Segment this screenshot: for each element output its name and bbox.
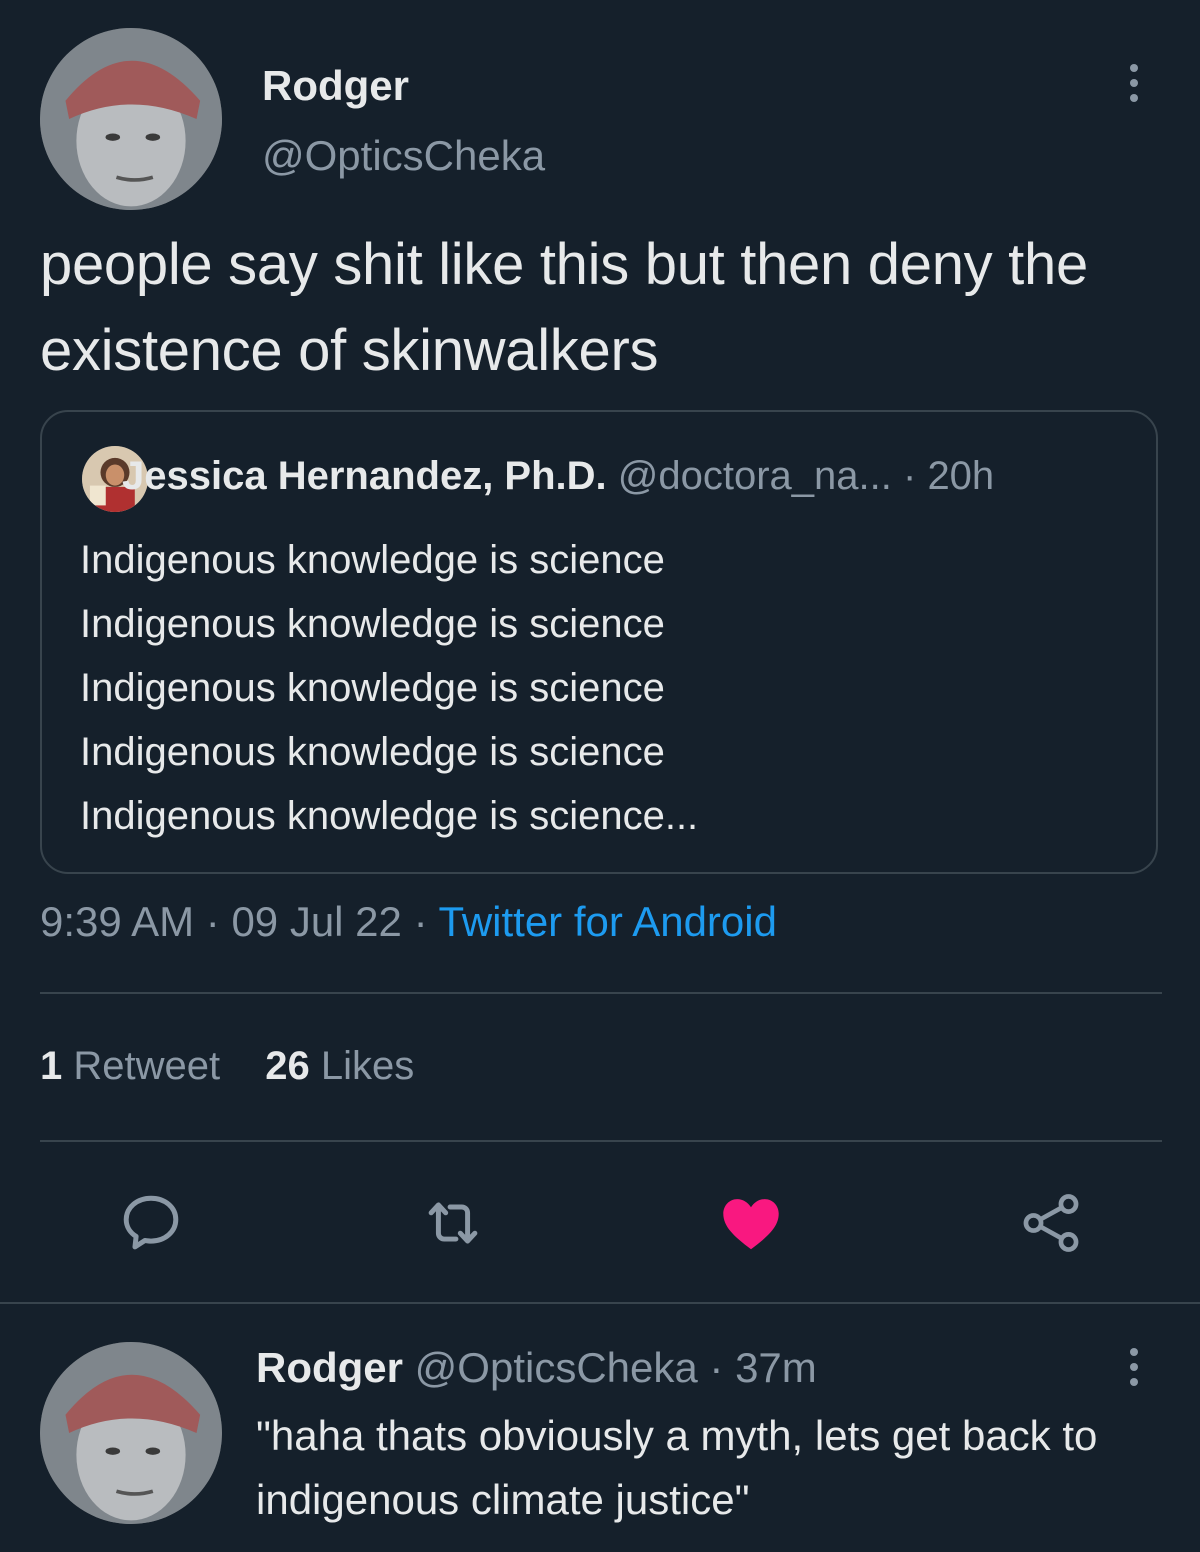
like-label: Likes [320, 1044, 415, 1088]
reply-age: 37m [735, 1344, 817, 1391]
quoted-tweet-text: Indigenous knowledge is science Indigeno… [80, 528, 698, 848]
tweet-meta: 9:39 AM · 09 Jul 22 · Twitter for Androi… [40, 898, 777, 946]
tweet-stats: 1 Retweet 26 Likes [40, 1044, 414, 1089]
share-icon [1023, 1194, 1079, 1252]
divider [40, 1140, 1162, 1142]
reply-author-handle[interactable]: @OpticsCheka [415, 1344, 698, 1391]
reply-author-name[interactable]: Rodger [256, 1344, 403, 1391]
divider [40, 992, 1162, 994]
like-stat[interactable]: 26 Likes [265, 1044, 414, 1088]
tweet-source-link[interactable]: Twitter for Android [438, 898, 776, 945]
quoted-line: Indigenous knowledge is science... [80, 794, 699, 838]
divider [0, 1302, 1200, 1304]
quoted-tweet-age: 20h [927, 454, 995, 498]
tweet-date[interactable]: 09 Jul 22 [231, 898, 401, 945]
like-button[interactable] [716, 1188, 786, 1258]
author-handle[interactable]: @OpticsCheka [262, 132, 545, 180]
reply-more-options-icon[interactable] [1128, 1348, 1140, 1386]
reply-header: Rodger @OpticsCheka · 37m [256, 1344, 817, 1392]
reply-icon [123, 1195, 179, 1250]
retweet-icon [428, 1202, 478, 1244]
quoted-line: Indigenous knowledge is science [80, 538, 665, 582]
quoted-author-handle[interactable]: @doctora_na... [618, 454, 892, 498]
separator-dot: · [194, 898, 232, 945]
quoted-tweet-header: Jessica Hernandez, Ph.D. @doctora_na... … [122, 454, 994, 499]
more-options-icon[interactable] [1128, 64, 1140, 102]
separator-dot: · [891, 454, 928, 498]
retweet-count: 1 [40, 1044, 63, 1088]
retweet-label: Retweet [73, 1044, 221, 1088]
tweet-text: people say shit like this but then deny … [40, 232, 1088, 383]
quoted-line: Indigenous knowledge is science [80, 730, 665, 774]
author-avatar[interactable] [40, 28, 222, 210]
separator-dot: · [401, 898, 439, 945]
tweet-time[interactable]: 9:39 AM [40, 898, 194, 945]
separator-dot: · [697, 1344, 736, 1391]
retweet-stat[interactable]: 1 Retweet [40, 1044, 231, 1088]
share-button[interactable] [1016, 1188, 1086, 1258]
reply-author-avatar[interactable] [40, 1342, 222, 1524]
retweet-button[interactable] [418, 1188, 488, 1258]
reply-button[interactable] [116, 1188, 186, 1258]
quoted-line: Indigenous knowledge is science [80, 666, 665, 710]
reply-text: "haha thats obviously a myth, lets get b… [256, 1412, 1098, 1523]
quoted-author-name[interactable]: Jessica Hernandez, Ph.D. [122, 454, 607, 498]
author-name[interactable]: Rodger [262, 62, 409, 110]
like-count: 26 [265, 1044, 310, 1088]
heart-icon [723, 1199, 779, 1250]
quoted-line: Indigenous knowledge is science [80, 602, 665, 646]
